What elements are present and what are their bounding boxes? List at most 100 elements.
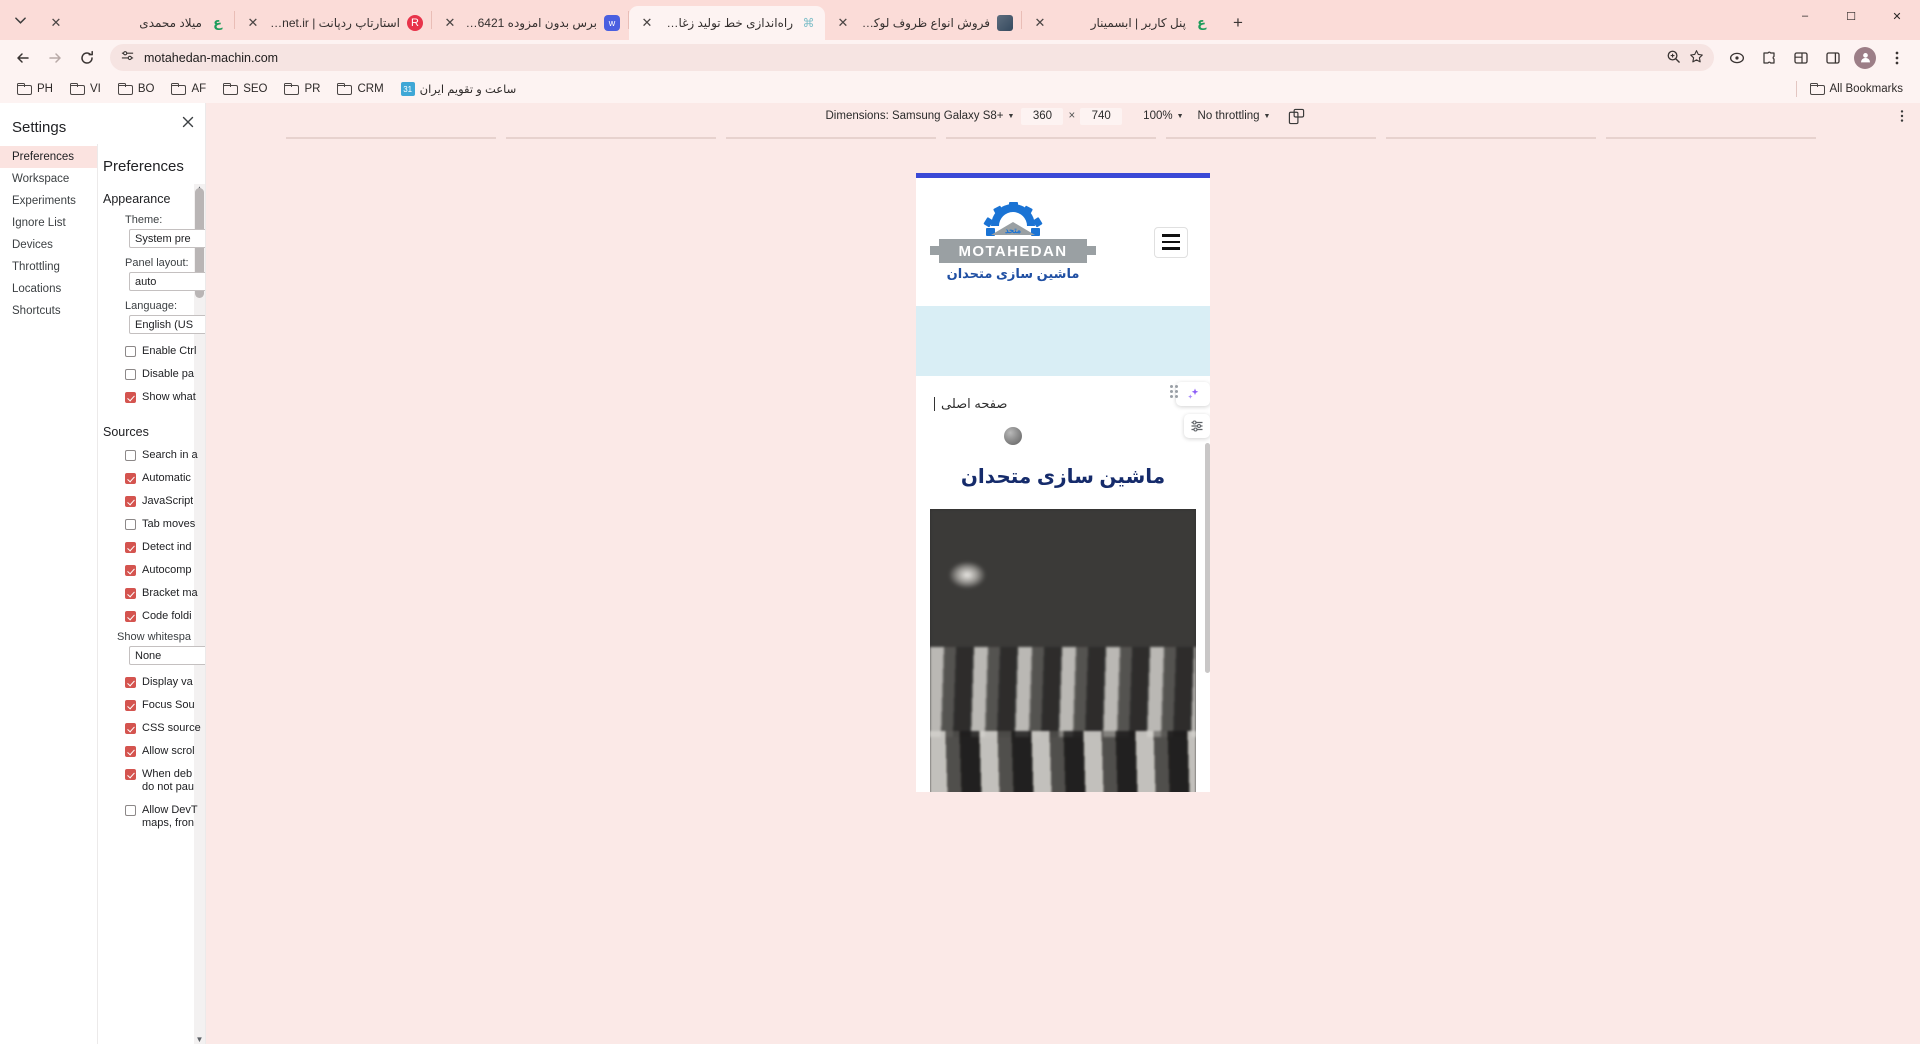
checkbox-label: Autocomp bbox=[142, 564, 192, 576]
checkbox-tab-moves-focus[interactable]: Tab moves bbox=[103, 513, 205, 536]
tab-close-icon[interactable]: ✕ bbox=[48, 15, 64, 31]
bookmark-star-icon[interactable] bbox=[1689, 49, 1704, 67]
checkbox-icon bbox=[125, 392, 136, 403]
minimize-button[interactable]: – bbox=[1782, 0, 1828, 32]
checkbox-css-sourcemaps[interactable]: CSS source bbox=[103, 717, 205, 740]
rotate-device-icon[interactable] bbox=[1285, 105, 1307, 127]
browser-tab-5[interactable]: ع پنل کاربر | ابسمینار ✕ bbox=[1022, 6, 1218, 40]
settings-nav-experiments[interactable]: Experiments bbox=[0, 190, 97, 212]
theme-select[interactable]: System pre bbox=[129, 229, 205, 248]
split-view-icon[interactable] bbox=[1786, 43, 1816, 73]
emulated-page[interactable]: متحد MOTAHEDAN ماشین سازی متحدان صفحه اص… bbox=[916, 178, 1210, 792]
tab-close-icon[interactable]: ✕ bbox=[442, 15, 458, 31]
tab-search-icon[interactable] bbox=[6, 6, 34, 34]
language-select[interactable]: English (US bbox=[129, 315, 205, 334]
checkbox-disable-paused[interactable]: Disable pa bbox=[103, 363, 205, 386]
bookmark-pr[interactable]: PR bbox=[277, 80, 327, 98]
show-whitespace-select[interactable]: None bbox=[129, 646, 205, 665]
calendar-icon: 31 bbox=[400, 82, 415, 96]
browser-tab-strip: ع میلاد محمدی ✕ R استارتاپ ردپانت | Rade… bbox=[0, 0, 1920, 40]
all-bookmarks-button[interactable]: All Bookmarks bbox=[1803, 80, 1911, 98]
extensions-puzzle-icon[interactable] bbox=[1754, 43, 1784, 73]
close-icon[interactable] bbox=[179, 113, 197, 131]
bookmark-crm[interactable]: CRM bbox=[330, 80, 390, 98]
checkbox-focus-sources[interactable]: Focus Sou bbox=[103, 694, 205, 717]
browser-tab-1[interactable]: R استارتاپ ردپانت | Radepanet.ir ✕ bbox=[235, 6, 431, 40]
bookmark-iran-calendar[interactable]: 31 ساعت و تقویم ایران bbox=[394, 79, 524, 99]
new-tab-button[interactable]: + bbox=[1224, 9, 1252, 37]
settings-nav-workspace[interactable]: Workspace bbox=[0, 168, 97, 190]
bookmark-ph[interactable]: PH bbox=[10, 80, 60, 98]
address-bar[interactable]: motahedan-machin.com bbox=[110, 44, 1714, 71]
folder-icon bbox=[117, 83, 133, 95]
checkbox-label: Search in a bbox=[142, 449, 198, 461]
page-scrollbar[interactable] bbox=[1205, 443, 1210, 673]
tab-favicon-icon bbox=[997, 15, 1013, 31]
device-height-input[interactable] bbox=[1080, 107, 1123, 125]
checkbox-enable-ctrl[interactable]: Enable Ctrl bbox=[103, 340, 205, 363]
cast-icon[interactable] bbox=[1722, 43, 1752, 73]
page-title: ماشین سازی متحدان bbox=[960, 466, 1166, 488]
browser-tab-0[interactable]: ع میلاد محمدی ✕ bbox=[38, 6, 234, 40]
checkbox-search-in-anonymous[interactable]: Search in a bbox=[103, 444, 205, 467]
tab-close-icon[interactable]: ✕ bbox=[1032, 15, 1048, 31]
close-window-button[interactable]: ✕ bbox=[1874, 0, 1920, 32]
back-icon[interactable] bbox=[8, 43, 38, 73]
browser-tab-2[interactable]: w برس بدون امزوده wb136421 ✕ bbox=[432, 6, 628, 40]
browser-tab-3-active[interactable]: ⌘ راه‌اندازی خط تولید زغال فشرده با ✕ bbox=[629, 6, 825, 40]
checkbox-bracket-matching[interactable]: Bracket ma bbox=[103, 582, 205, 605]
settings-nav-preferences[interactable]: Preferences bbox=[0, 146, 97, 168]
zoom-in-icon[interactable] bbox=[1666, 49, 1681, 67]
checkbox-display-variable-values[interactable]: Display va bbox=[103, 671, 205, 694]
tab-close-icon[interactable]: ✕ bbox=[639, 15, 655, 31]
settings-nav-locations[interactable]: Locations bbox=[0, 278, 97, 300]
checkbox-allow-scrolling[interactable]: Allow scrol bbox=[103, 740, 205, 763]
tab-title: میلاد محمدی bbox=[139, 16, 202, 30]
device-width-input[interactable] bbox=[1021, 107, 1064, 125]
side-panel-icon[interactable] bbox=[1818, 43, 1848, 73]
bookmark-bo[interactable]: BO bbox=[111, 80, 162, 98]
reload-icon[interactable] bbox=[72, 43, 102, 73]
profile-avatar-icon[interactable] bbox=[1850, 43, 1880, 73]
site-settings-icon[interactable] bbox=[120, 49, 135, 67]
settings-nav-devices[interactable]: Devices bbox=[0, 234, 97, 256]
browser-tab-4[interactable]: فروش انواع ظروف لوکس سوفله ✕ bbox=[825, 6, 1021, 40]
device-dimensions-dropdown[interactable]: Dimensions: Samsung Galaxy S8+ ▼ bbox=[819, 110, 1022, 122]
tab-close-icon[interactable]: ✕ bbox=[835, 15, 851, 31]
checkbox-allow-devtools-sourcemaps[interactable]: Allow DevT maps, fron bbox=[103, 799, 205, 835]
maximize-button[interactable]: ☐ bbox=[1828, 0, 1874, 32]
checkbox-icon bbox=[125, 565, 136, 576]
sparkle-icon[interactable] bbox=[1176, 382, 1210, 406]
chrome-menu-icon[interactable] bbox=[1882, 43, 1912, 73]
device-toolbar-more-icon[interactable] bbox=[1892, 106, 1912, 126]
site-logo[interactable]: متحد MOTAHEDAN ماشین سازی متحدان bbox=[930, 202, 1096, 282]
forward-icon[interactable] bbox=[40, 43, 70, 73]
settings-nav-throttling[interactable]: Throttling bbox=[0, 256, 97, 278]
sliders-icon[interactable] bbox=[1184, 414, 1210, 438]
network-throttling-dropdown[interactable]: No throttling ▼ bbox=[1191, 110, 1278, 122]
checkbox-automatic-reveal[interactable]: Automatic bbox=[103, 467, 205, 490]
breadcrumb-home-link[interactable]: صفحه اصلی bbox=[941, 396, 1007, 412]
checkbox-javascript[interactable]: JavaScript bbox=[103, 490, 205, 513]
panel-layout-select[interactable]: auto bbox=[129, 272, 205, 291]
checkbox-label: Tab moves bbox=[142, 518, 196, 530]
bookmark-vi[interactable]: VI bbox=[63, 80, 108, 98]
checkbox-code-folding[interactable]: Code foldi bbox=[103, 605, 205, 628]
checkbox-label: Disable pa bbox=[142, 368, 194, 380]
device-zoom-dropdown[interactable]: 100% ▼ bbox=[1136, 110, 1190, 122]
checkbox-detect-indentation[interactable]: Detect ind bbox=[103, 536, 205, 559]
tab-close-icon[interactable]: ✕ bbox=[245, 15, 261, 31]
bookmark-af[interactable]: AF bbox=[164, 80, 213, 98]
svg-text:متحد: متحد bbox=[1005, 226, 1021, 235]
checkbox-label: Allow scrol bbox=[142, 745, 195, 757]
section-heading-appearance: Appearance bbox=[103, 192, 171, 206]
settings-nav-shortcuts[interactable]: Shortcuts bbox=[0, 300, 97, 322]
settings-nav-ignore-list[interactable]: Ignore List bbox=[0, 212, 97, 234]
drag-handle-icon[interactable] bbox=[1168, 385, 1178, 399]
checkbox-when-debugging-do-not-pause[interactable]: When deb do not pau bbox=[103, 763, 205, 799]
checkbox-icon bbox=[125, 769, 136, 780]
checkbox-autocompletion[interactable]: Autocomp bbox=[103, 559, 205, 582]
bookmark-seo[interactable]: SEO bbox=[216, 80, 274, 98]
checkbox-show-whats-new[interactable]: Show what bbox=[103, 386, 205, 409]
hamburger-icon[interactable] bbox=[1154, 226, 1188, 258]
